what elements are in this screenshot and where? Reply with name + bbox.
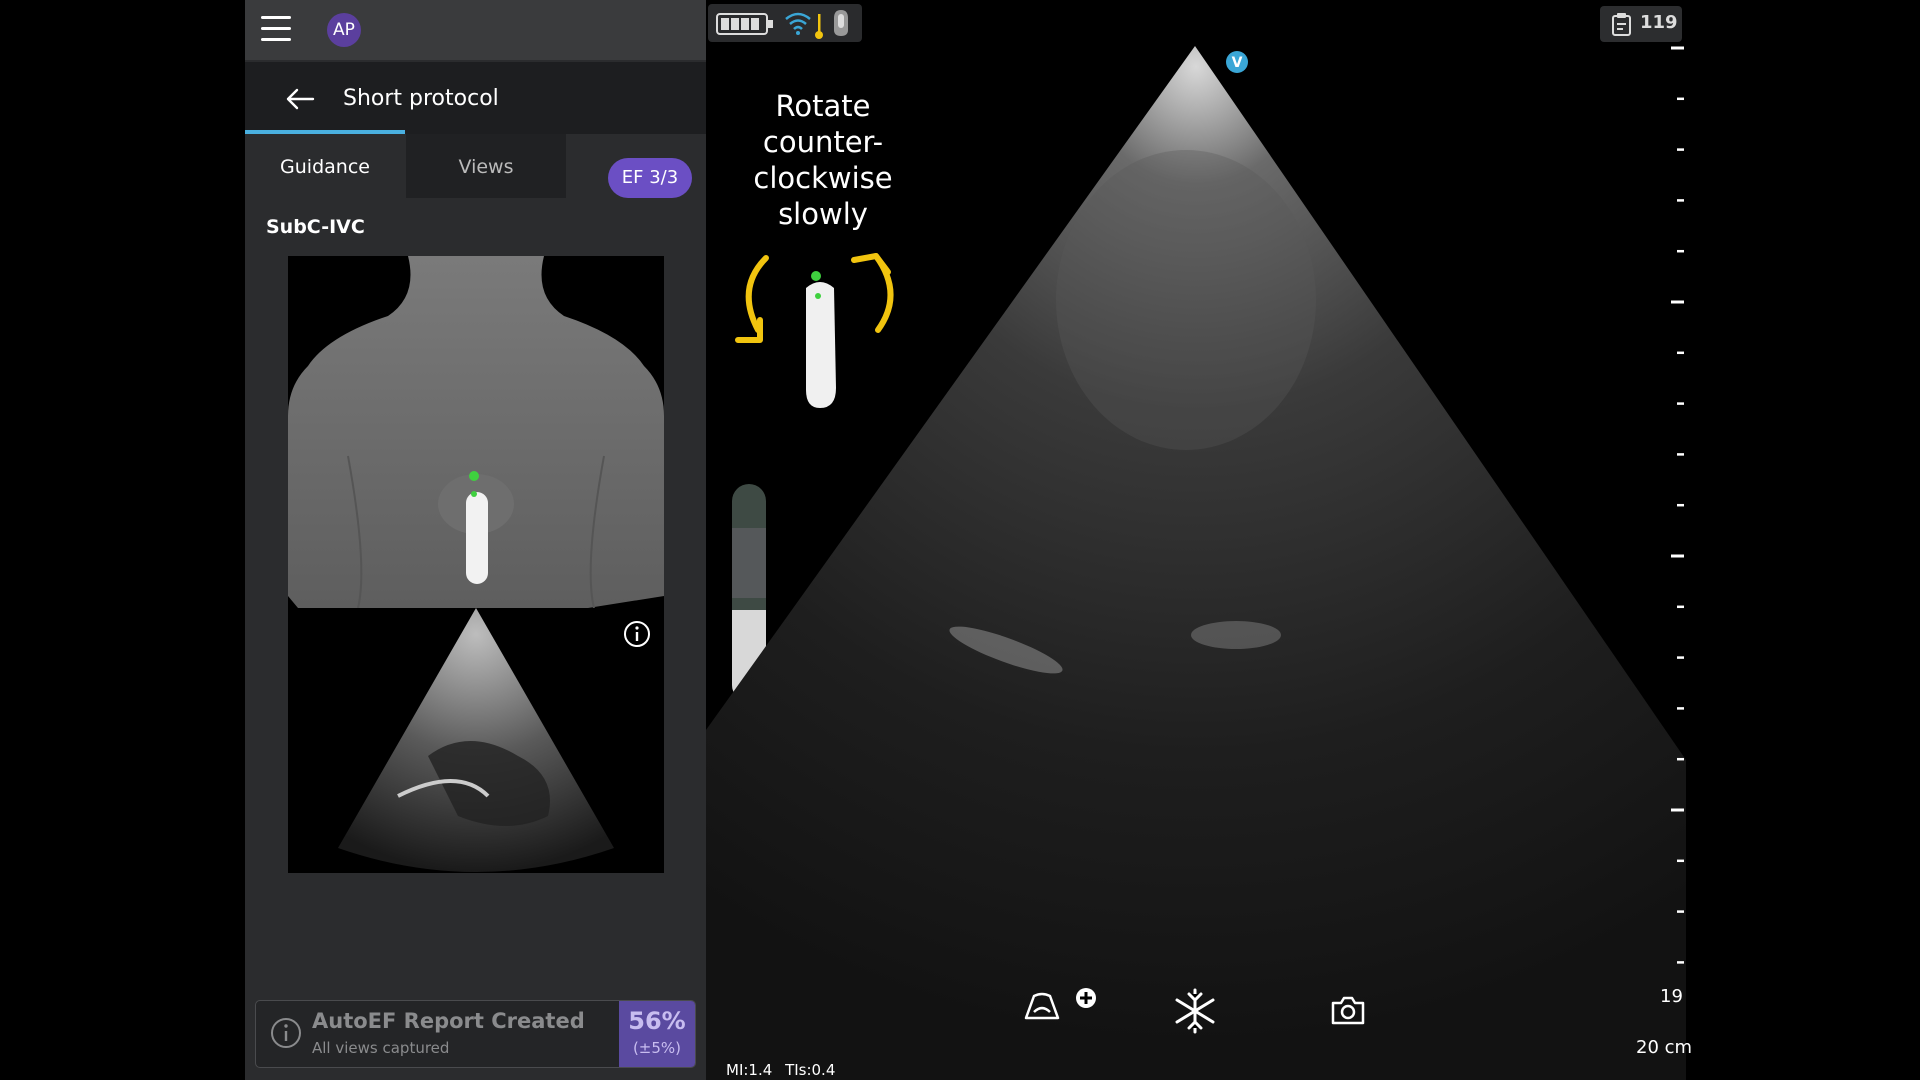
cardiac-preset-icon[interactable] — [1022, 990, 1062, 1024]
ultrasound-image[interactable]: V — [706, 0, 1686, 1080]
ef-percent: 56% — [628, 1007, 686, 1035]
protocol-header: Short protocol — [245, 62, 706, 134]
info-icon — [271, 1018, 301, 1048]
report-title: AutoEF Report Created — [312, 1009, 585, 1033]
tab-views[interactable]: Views — [406, 134, 566, 198]
clip-counter[interactable]: 119 — [1600, 6, 1682, 42]
report-subtitle: All views captured — [312, 1039, 450, 1057]
acoustic-output-readout: MI:1.4 TIs:0.4 — [726, 1061, 835, 1079]
orientation-marker-label: V — [1232, 55, 1243, 71]
top-bar: AP — [245, 0, 706, 60]
depth-mark-label: 19 — [1660, 986, 1683, 1007]
ef-result-box: 56% (±5%) — [619, 1001, 695, 1067]
avatar[interactable]: AP — [327, 13, 361, 47]
ef-progress-badge[interactable]: EF 3/3 — [608, 158, 692, 198]
view-name: SubC-IVC — [266, 216, 365, 238]
depth-total-label: 20 cm — [1636, 1037, 1693, 1058]
ef-range: (±5%) — [632, 1039, 682, 1057]
torso-probe-illustration — [288, 256, 664, 873]
snowflake-icon[interactable] — [1172, 988, 1218, 1034]
mi-value: MI:1.4 — [726, 1061, 773, 1079]
clipboard-icon — [1612, 13, 1631, 36]
plus-circle-icon[interactable] — [1075, 987, 1097, 1009]
back-arrow-icon[interactable] — [285, 88, 315, 110]
tab-guidance[interactable]: Guidance — [245, 130, 405, 198]
autoef-report-banner[interactable]: AutoEF Report Created All views captured… — [255, 1000, 696, 1068]
clip-count: 119 — [1640, 12, 1678, 33]
info-icon[interactable] — [623, 620, 651, 648]
tis-value: TIs:0.4 — [785, 1061, 836, 1079]
guidance-illustration — [288, 256, 664, 873]
page-title: Short protocol — [343, 86, 499, 111]
guidance-panel: AP Short protocol Guidance Views EF 3/3 … — [245, 0, 706, 1080]
camera-icon[interactable] — [1330, 994, 1366, 1026]
hamburger-icon[interactable] — [261, 16, 291, 42]
